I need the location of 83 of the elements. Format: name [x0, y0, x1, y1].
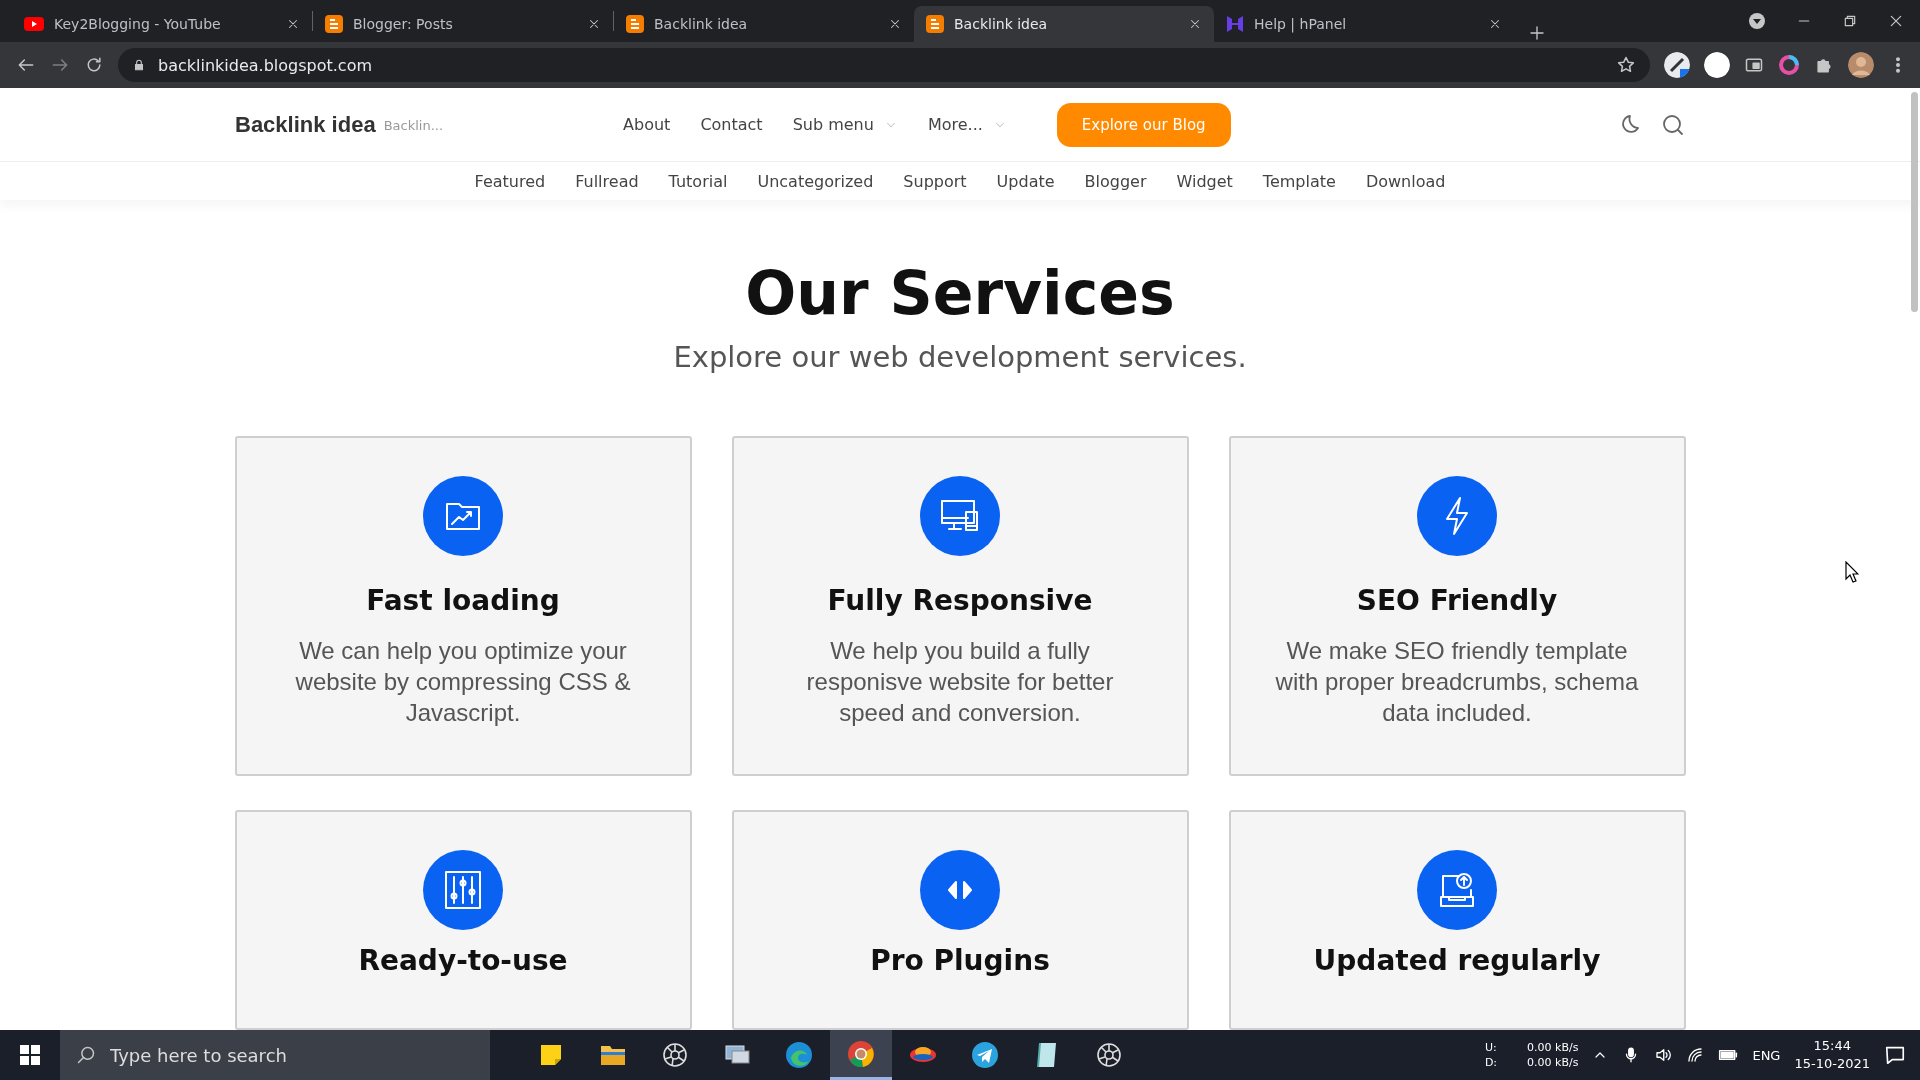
card-title: SEO Friendly: [1356, 584, 1558, 617]
extension-avatar-icon[interactable]: [1664, 52, 1690, 78]
color-ring-icon[interactable]: [1778, 54, 1800, 76]
blog-icon: [626, 15, 644, 33]
sliders-icon: [423, 850, 503, 930]
close-icon[interactable]: [286, 17, 300, 31]
profile-circle-icon[interactable]: [1704, 52, 1730, 78]
speaker-icon[interactable]: [1654, 1046, 1673, 1064]
upload-tray-icon: [1417, 850, 1497, 930]
blog-icon: [926, 15, 944, 33]
nav-link[interactable]: Sub menu: [792, 115, 898, 134]
browser-tab[interactable]: Help | hPanel: [1214, 6, 1514, 42]
aperture-icon[interactable]: [1096, 1042, 1122, 1068]
lightning-icon: [1417, 476, 1497, 556]
download-label: D:: [1484, 1055, 1498, 1070]
search-icon: [76, 1045, 96, 1065]
avatar-icon[interactable]: [1848, 52, 1874, 78]
close-icon[interactable]: [888, 17, 902, 31]
mouse-cursor-icon: [1845, 561, 1859, 583]
browser-tab[interactable]: Key2Blogging - YouTube: [12, 6, 312, 42]
clock[interactable]: 15:44 15-10-2021: [1794, 1037, 1870, 1073]
code-arrows-icon: [920, 850, 1000, 930]
category-link[interactable]: Uncategorized: [757, 171, 874, 191]
site-tagline: Backlin...: [383, 118, 444, 133]
card-description: We help you build a fully responisve website for better speed and conversion.: [805, 636, 1115, 728]
blog-icon: [325, 15, 343, 33]
category-link[interactable]: Widget: [1176, 171, 1233, 191]
upload-rate: 0.00 kB/s: [1527, 1040, 1579, 1055]
card-title: Updated regularly: [1313, 944, 1601, 977]
card-title: Fully Responsive: [827, 584, 1093, 617]
category-link[interactable]: Tutorial: [668, 171, 728, 191]
site-logo[interactable]: Backlink idea: [235, 111, 376, 138]
browser-icon[interactable]: [847, 1039, 875, 1068]
category-link[interactable]: Download: [1365, 171, 1446, 191]
folder-icon[interactable]: [600, 1044, 626, 1066]
card-title: Pro Plugins: [870, 944, 1050, 977]
nav-link[interactable]: More...: [927, 115, 1007, 134]
computer-icon[interactable]: [723, 1043, 751, 1067]
search-icon[interactable]: [1661, 112, 1685, 137]
download-rate: 0.00 kB/s: [1527, 1055, 1579, 1070]
browser-tab[interactable]: Blogger: Posts: [313, 6, 613, 42]
close-icon[interactable]: [587, 17, 601, 31]
category-link[interactable]: Blogger: [1084, 171, 1147, 191]
close-icon[interactable]: [1488, 17, 1502, 31]
star-icon[interactable]: [1616, 55, 1636, 75]
close-icon[interactable]: [1888, 13, 1904, 29]
windows-logo-icon[interactable]: [20, 1045, 40, 1065]
card-description: We can help you optimize your website by compressing CSS & Javascript.: [294, 636, 632, 728]
paper-plane-icon[interactable]: [971, 1041, 999, 1069]
lock-icon: [132, 58, 146, 72]
section-heading: Our Services: [745, 260, 1175, 326]
restore-icon[interactable]: [1842, 13, 1858, 29]
browser-tab[interactable]: Backlink idea: [614, 6, 914, 42]
category-link[interactable]: Template: [1262, 171, 1336, 191]
nav-link[interactable]: About: [623, 115, 671, 134]
upload-label: U:: [1484, 1040, 1498, 1055]
category-link[interactable]: Featured: [474, 171, 546, 191]
category-link[interactable]: Support: [903, 171, 967, 191]
devices-icon: [920, 476, 1000, 556]
scrollbar-thumb[interactable]: [1911, 92, 1918, 312]
card-title: Fast loading: [366, 584, 560, 617]
notification-icon[interactable]: [1884, 1044, 1906, 1066]
swirl-icon[interactable]: [785, 1041, 813, 1069]
sticky-note-icon[interactable]: [539, 1043, 563, 1067]
category-link[interactable]: Fullread: [575, 171, 639, 191]
browser-tab[interactable]: Backlink idea: [914, 6, 1214, 42]
address-bar[interactable]: backlinkidea.blogspot.com: [118, 48, 1650, 82]
play-icon: [24, 17, 44, 31]
card-description: We make SEO friendly template with proper breadcrumbs, schema data included.: [1274, 636, 1640, 728]
folder-chart-icon: [423, 476, 503, 556]
new-tab-icon[interactable]: [1528, 24, 1546, 42]
close-icon[interactable]: [1188, 17, 1202, 31]
window-icon[interactable]: [1744, 55, 1764, 75]
taskbar-search-field[interactable]: Type here to search: [60, 1030, 490, 1080]
language-indicator[interactable]: ENG: [1752, 1047, 1781, 1063]
card-title: Ready-to-use: [358, 944, 568, 977]
dropdown-icon[interactable]: [1748, 12, 1766, 30]
wifi-icon[interactable]: [1686, 1046, 1705, 1064]
category-link[interactable]: Update: [996, 171, 1055, 191]
aperture-icon[interactable]: [662, 1042, 688, 1068]
section-subtitle: Explore our web development services.: [673, 340, 1247, 374]
nav-link[interactable]: Contact: [700, 115, 763, 134]
h-icon: [1226, 15, 1244, 33]
